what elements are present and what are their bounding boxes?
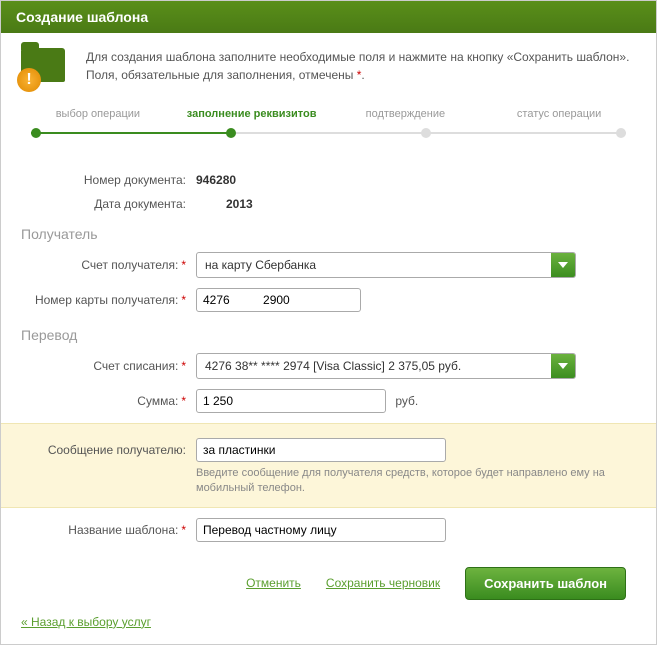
- step-3-label: подтверждение: [329, 108, 483, 120]
- save-draft-link[interactable]: Сохранить черновик: [326, 576, 440, 590]
- doc-number-label: Номер документа:: [21, 173, 186, 187]
- recipient-card-input[interactable]: [196, 288, 361, 312]
- template-name-input[interactable]: [196, 518, 446, 542]
- doc-date-value: 2013: [196, 197, 636, 211]
- intro-text: Для создания шаблона заполните необходим…: [86, 48, 636, 88]
- recipient-account-select[interactable]: на карту Сбербанка: [196, 252, 576, 278]
- debit-account-select[interactable]: 4276 38** **** 2974 [Visa Classic] 2 375…: [196, 353, 576, 379]
- recipient-card-label: Номер карты получателя:*: [21, 293, 186, 307]
- recipient-section-title: Получатель: [21, 226, 636, 242]
- message-hint: Введите сообщение для получателя средств…: [196, 466, 656, 497]
- intro-block: ! Для создания шаблона заполните необход…: [21, 48, 636, 88]
- dropdown-icon[interactable]: [551, 353, 575, 379]
- page-title: Создание шаблона: [16, 9, 148, 25]
- template-folder-icon: !: [21, 48, 71, 88]
- step-1-dot: [31, 128, 41, 138]
- debit-account-selected: 4276 38** **** 2974 [Visa Classic] 2 375…: [197, 359, 551, 373]
- step-4-label: статус операции: [482, 108, 636, 120]
- transfer-section-title: Перевод: [21, 327, 636, 343]
- doc-date-label: Дата документа:: [21, 197, 186, 211]
- doc-number-value: 946280: [196, 173, 636, 187]
- currency-label: руб.: [395, 394, 418, 408]
- recipient-account-label: Счет получателя:*: [21, 258, 186, 272]
- step-1-label: выбор операции: [21, 108, 175, 120]
- message-label: Сообщение получателю:: [21, 443, 186, 457]
- message-highlight-block: Сообщение получателю: Введите сообщение …: [1, 423, 656, 508]
- debit-account-label: Счет списания:*: [21, 359, 186, 373]
- step-4-dot: [616, 128, 626, 138]
- step-2-dot: [226, 128, 236, 138]
- amount-input[interactable]: [196, 389, 386, 413]
- dropdown-icon[interactable]: [551, 252, 575, 278]
- step-2-label: заполнение реквизитов: [175, 108, 329, 120]
- amount-label: Сумма:*: [21, 394, 186, 408]
- save-template-button[interactable]: Сохранить шаблон: [465, 567, 626, 600]
- progress-steps: выбор операции заполнение реквизитов под…: [21, 108, 636, 148]
- template-name-label: Название шаблона:*: [21, 523, 186, 537]
- page-header: Создание шаблона: [1, 1, 656, 33]
- back-link[interactable]: « Назад к выбору услуг: [21, 615, 151, 629]
- message-input[interactable]: [196, 438, 446, 462]
- step-3-dot: [421, 128, 431, 138]
- recipient-account-selected: на карту Сбербанка: [197, 258, 551, 272]
- cancel-link[interactable]: Отменить: [246, 576, 301, 590]
